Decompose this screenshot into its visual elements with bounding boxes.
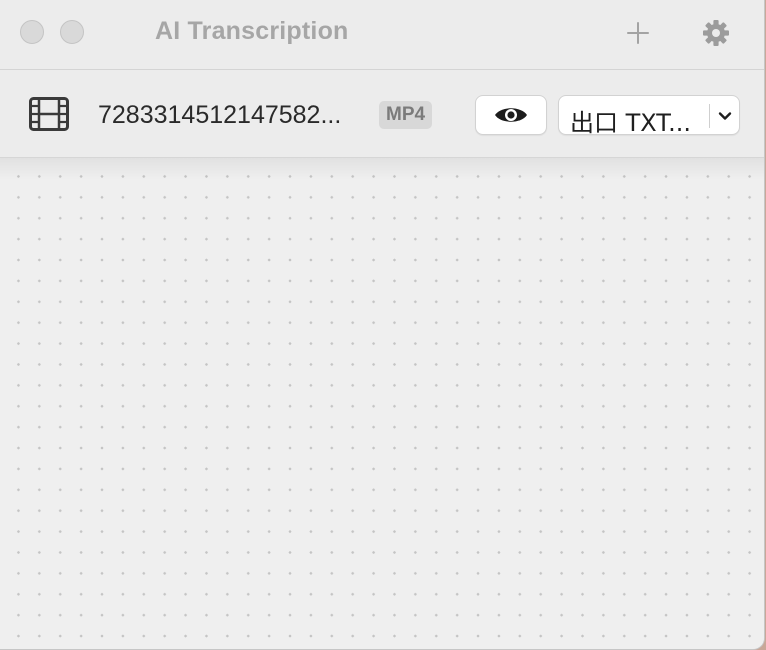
plus-icon	[627, 22, 649, 44]
settings-button[interactable]	[699, 16, 733, 50]
transcript-drop-area[interactable]	[0, 158, 764, 649]
export-button[interactable]: 出口 TXT...	[558, 95, 740, 137]
file-row: 7283314512147582... MP4 出口 TXT...	[0, 70, 764, 158]
file-name: 7283314512147582...	[98, 101, 342, 129]
window-close-button[interactable]	[20, 20, 44, 44]
window-title: AI Transcription	[155, 17, 349, 45]
export-divider	[709, 104, 710, 128]
chevron-down-icon[interactable]	[716, 107, 734, 125]
add-button[interactable]	[621, 16, 655, 50]
window-minimize-button[interactable]	[60, 20, 84, 44]
export-label: 出口 TXT...	[570, 109, 692, 137]
gear-icon	[703, 20, 729, 46]
app-window: AI Transcription 7283314512147582... MP4…	[0, 0, 765, 650]
title-bar: AI Transcription	[0, 0, 764, 70]
eye-icon	[495, 108, 527, 122]
format-badge: MP4	[379, 101, 433, 129]
film-icon	[29, 97, 69, 131]
preview-button[interactable]	[475, 95, 547, 135]
